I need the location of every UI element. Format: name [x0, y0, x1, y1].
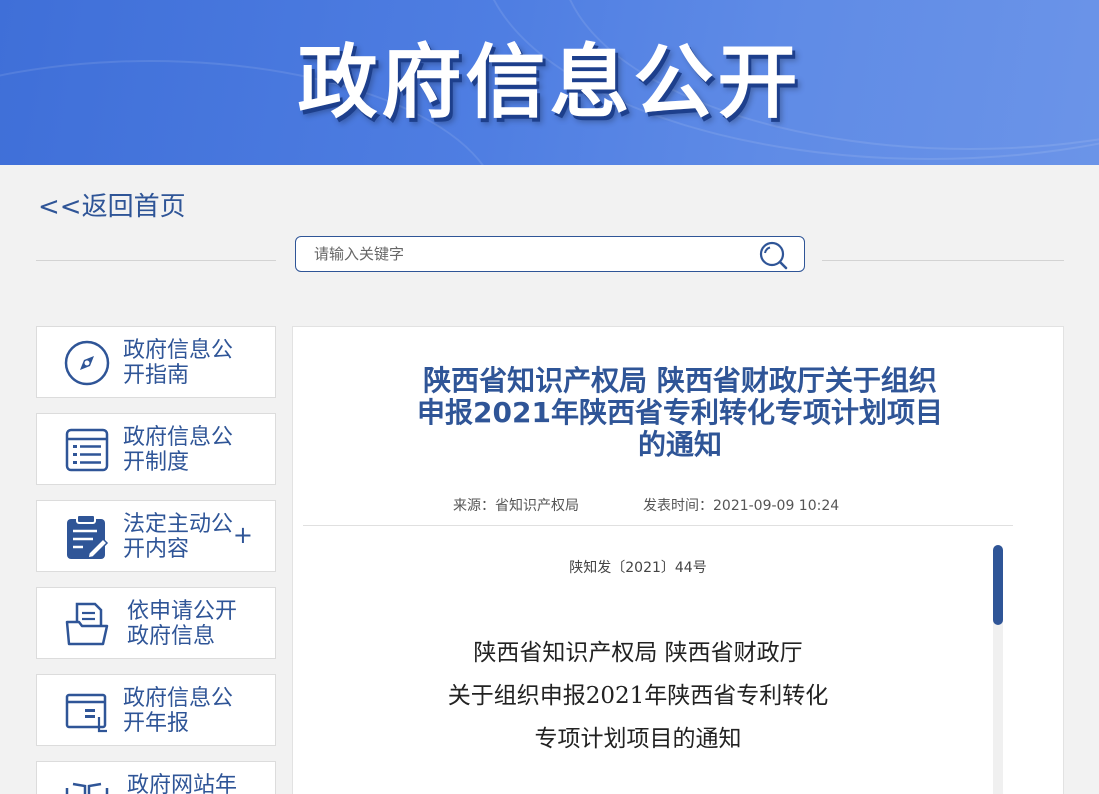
sidebar-item-mandatory-disclosure[interactable]: 法定主动公开内容 +	[36, 500, 276, 572]
document-list-icon	[63, 426, 111, 474]
book-icon	[63, 774, 111, 794]
divider-right	[822, 260, 1064, 261]
body-title-line: 关于组织申报2021年陕西省专利转化	[447, 683, 829, 709]
article-title: 陕西省知识产权局 陕西省财政厅关于组织申报2021年陕西省专利转化专项计划项目的…	[417, 364, 943, 461]
compass-icon	[63, 339, 111, 387]
header-banner: 政府信息公开	[0, 0, 1099, 165]
sidebar-item-annual-report[interactable]: 政府信息公开年报	[36, 674, 276, 746]
body-title-line: 专项计划项目的通知	[534, 726, 742, 752]
sidebar-item-label: 政府信息公开年报	[123, 686, 234, 736]
divider-left	[36, 260, 276, 261]
sidebar-item-label: 政府信息公开制度	[123, 425, 234, 475]
article-source: 来源：省知识产权局	[453, 498, 579, 514]
sidebar-item-label: 依申请公开政府信息	[127, 599, 238, 649]
sidebar-item-website-report[interactable]: 政府网站年	[36, 761, 276, 794]
report-icon	[63, 687, 111, 735]
search-bar	[295, 236, 805, 272]
meta-divider	[303, 525, 1013, 526]
sidebar-item-system[interactable]: 政府信息公开制度	[36, 413, 276, 485]
body-title-line: 陕西省知识产权局 陕西省财政厅	[473, 640, 803, 666]
scrollbar-thumb[interactable]	[993, 545, 1003, 625]
sidebar-item-guide[interactable]: 政府信息公开指南	[36, 326, 276, 398]
clipboard-edit-icon	[63, 513, 111, 561]
folder-document-icon	[63, 600, 111, 648]
expand-icon[interactable]: +	[233, 521, 253, 549]
back-home-link[interactable]: <<返回首页	[38, 186, 186, 223]
sidebar-item-label: 政府信息公开指南	[123, 338, 234, 388]
article-publish-time: 发表时间：2021-09-09 10:24	[643, 498, 840, 514]
article-panel: 陕西省知识产权局 陕西省财政厅关于组织申报2021年陕西省专利转化专项计划项目的…	[292, 326, 1064, 794]
search-icon[interactable]	[758, 240, 790, 270]
search-input[interactable]	[314, 243, 734, 265]
document-number: 陕知发〔2021〕44号	[569, 560, 707, 576]
sidebar-item-label: 法定主动公开内容	[123, 512, 234, 562]
sidebar-item-request-disclosure[interactable]: 依申请公开政府信息	[36, 587, 276, 659]
banner-title: 政府信息公开	[297, 36, 802, 129]
sidebar-item-label: 政府网站年	[127, 773, 238, 794]
